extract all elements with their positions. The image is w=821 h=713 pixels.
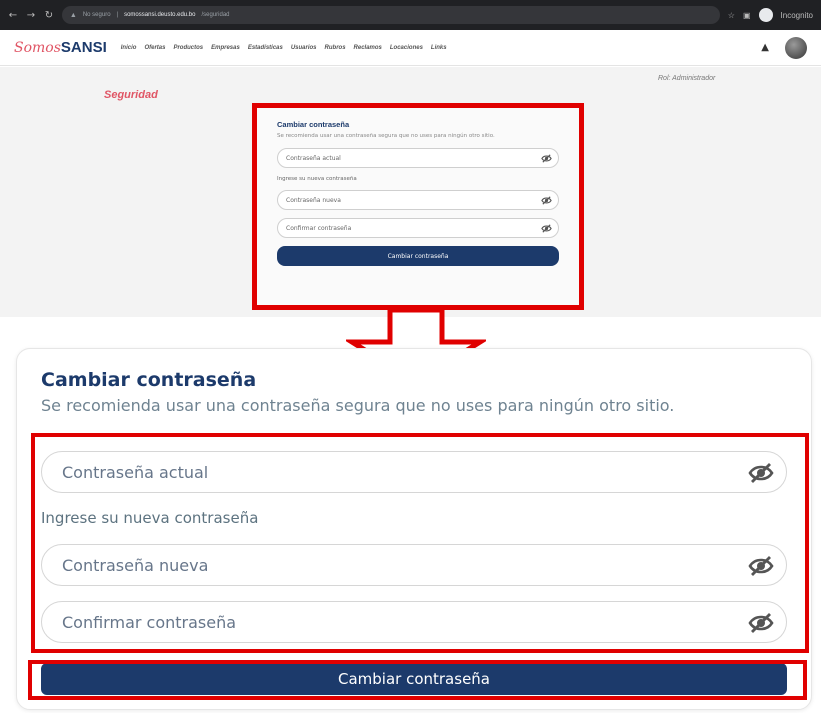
password-change-card: Cambiar contraseña Se recomienda usar un… [16,348,812,710]
mini-card-description: Se recomienda usar una contraseña segura… [277,133,495,139]
card-title: Cambiar contraseña [41,369,257,391]
menu-item-links[interactable]: Links [431,45,447,51]
confirm-password-input[interactable]: Confirmar contraseña [41,601,787,643]
current-password-input[interactable]: Contraseña actual [41,451,787,493]
main-menu: Inicio Ofertas Productos Empresas Estadí… [121,45,447,51]
avatar[interactable] [785,36,807,59]
confirm-password-placeholder: Confirmar contraseña [62,612,237,632]
forward-icon[interactable]: → [26,10,36,21]
url-prefix: No seguro [82,12,111,18]
current-password-placeholder: Contraseña actual [62,462,209,482]
menu-item-usuarios[interactable]: Usuarios [291,45,317,51]
back-icon[interactable]: ← [8,10,18,21]
mini-current-password-placeholder: Contraseña actual [286,154,341,162]
logo-bold-text: SANSI [60,39,107,56]
mini-card-title: Cambiar contraseña [277,120,350,129]
menu-item-inicio[interactable]: Inicio [121,45,137,51]
url-path: /seguridad [201,12,230,18]
split-view-icon[interactable]: ▣ [743,11,751,20]
mini-confirm-password-input[interactable]: Confirmar contraseña [277,218,559,238]
menu-item-locaciones[interactable]: Locaciones [390,45,423,51]
eye-off-icon[interactable] [541,153,552,164]
incognito-label: Incognito [780,10,813,20]
menu-item-productos[interactable]: Productos [173,45,203,51]
star-icon[interactable]: ☆ [728,11,735,20]
mini-confirm-password-placeholder: Confirmar contraseña [286,224,352,232]
mini-current-password-input[interactable]: Contraseña actual [277,148,559,168]
menu-item-rubros[interactable]: Rubros [325,45,346,51]
site-logo[interactable]: Somos SANSI [14,39,107,56]
card-description: Se recomienda usar una contraseña segura… [41,396,675,415]
url-host: somossansi.deusto.edu.bo [124,12,196,18]
mini-new-password-label: Ingrese su nueva contraseña [277,176,357,182]
mini-password-card: Cambiar contraseña Se recomienda usar un… [252,103,584,310]
incognito-icon[interactable] [758,8,773,22]
page-title: Seguridad [104,89,158,101]
menu-item-empresas[interactable]: Empresas [211,45,240,51]
eye-off-icon[interactable] [748,462,774,484]
site-navbar: Somos SANSI Inicio Ofertas Productos Empr… [0,30,821,66]
menu-item-ofertas[interactable]: Ofertas [144,45,165,51]
mini-new-password-input[interactable]: Contraseña nueva [277,190,559,210]
menu-item-estadisticas[interactable]: Estadísticas [248,45,283,51]
browser-toolbar: ← → ↻ ▲ No seguro | somossansi.deusto.ed… [0,0,821,30]
eye-off-icon[interactable] [748,612,774,634]
not-secure-icon: ▲ [69,11,77,19]
new-password-label: Ingrese su nueva contraseña [41,509,259,527]
bell-icon[interactable]: ▲ [761,42,769,53]
logo-script-text: Somos [14,40,61,56]
eye-off-icon[interactable] [541,195,552,206]
address-bar[interactable]: ▲ No seguro | somossansi.deusto.edu.bo/s… [61,6,720,24]
new-password-input[interactable]: Contraseña nueva [41,544,787,586]
mini-new-password-placeholder: Contraseña nueva [286,196,341,204]
highlight-frame-button [28,660,807,700]
eye-off-icon[interactable] [748,555,774,577]
role-label: Rol: Administrador [658,75,716,82]
eye-off-icon[interactable] [541,223,552,234]
menu-item-reclamos[interactable]: Reclamos [354,45,382,51]
new-password-placeholder: Contraseña nueva [62,555,209,575]
mini-change-password-button[interactable]: Cambiar contraseña [277,246,559,266]
reload-icon[interactable]: ↻ [44,10,54,21]
